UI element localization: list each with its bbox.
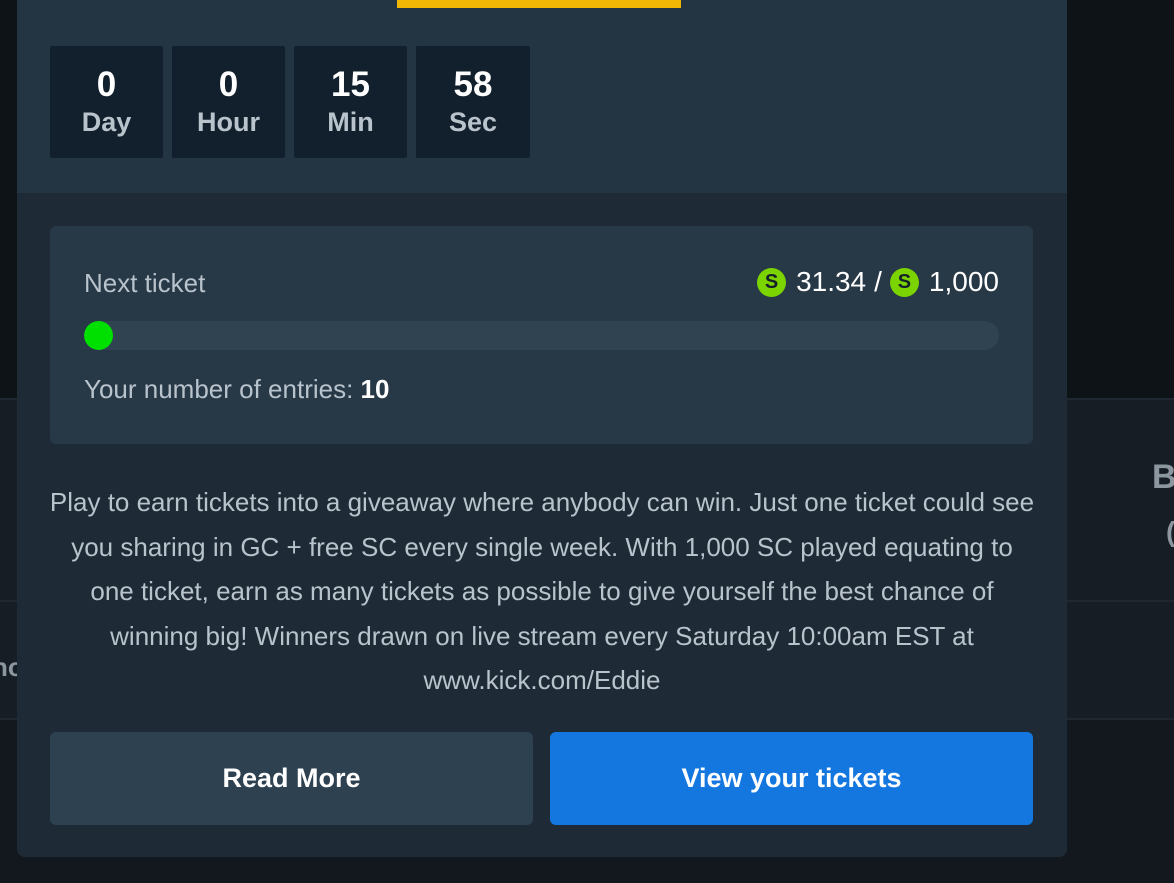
countdown-seconds: 58 Sec (416, 46, 530, 158)
entries-count: 10 (360, 374, 390, 404)
countdown-value: 58 (453, 65, 493, 104)
view-tickets-button[interactable]: View your tickets (550, 732, 1033, 825)
countdown-hours: 0 Hour (172, 46, 285, 158)
countdown-unit: Hour (197, 107, 260, 137)
next-ticket-label: Next ticket (84, 268, 206, 298)
entries-label: Your number of entries: (84, 374, 354, 404)
countdown-unit: Min (327, 107, 374, 137)
countdown-value: 0 (218, 65, 239, 104)
background-text: B (1152, 458, 1174, 496)
background-text: ( (1166, 516, 1174, 548)
accent-bar (397, 0, 681, 8)
sweeps-coin-icon: S (757, 267, 787, 297)
ticket-amount: S 31.34 / S 1,000 (757, 266, 999, 298)
giveaway-modal: 0 Day 0 Hour 15 Min 58 Sec Next ticket S… (17, 0, 1067, 857)
countdown-minutes: 15 Min (294, 46, 407, 158)
current-amount: 31.34 (796, 266, 867, 297)
target-amount: 1,000 (928, 266, 999, 297)
progress-bar (84, 321, 999, 350)
countdown-unit: Day (81, 107, 132, 137)
progress-bar-fill (84, 321, 113, 350)
countdown-unit: Sec (448, 107, 498, 137)
countdown-value: 15 (331, 65, 370, 104)
countdown-section: 0 Day 0 Hour 15 Min 58 Sec (17, 0, 1067, 193)
giveaway-description: Play to earn tickets into a giveaway whe… (49, 487, 1035, 695)
countdown-days: 0 Day (50, 46, 163, 158)
ticket-progress-card: Next ticket S 31.34 / S 1,000 Your numbe… (50, 226, 1033, 444)
countdown-timer: 0 Day 0 Hour 15 Min 58 Sec (50, 46, 530, 158)
sweeps-coin-icon: S (889, 267, 919, 297)
read-more-button[interactable]: Read More (50, 732, 533, 825)
entries-info: Your number of entries: 10 (84, 374, 389, 405)
countdown-value: 0 (96, 65, 117, 104)
amount-separator: / (874, 266, 882, 297)
